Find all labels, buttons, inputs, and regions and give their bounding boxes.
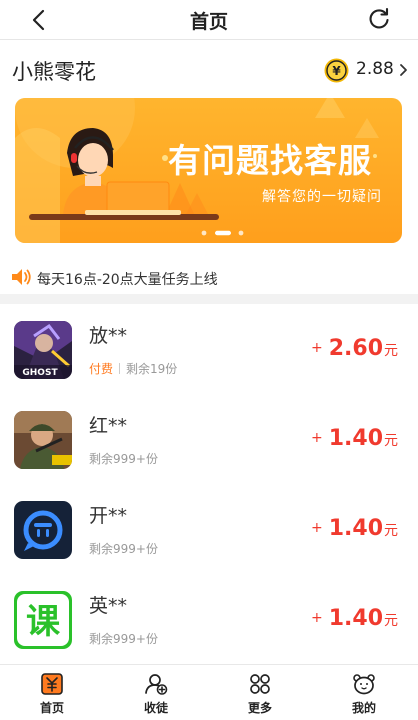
game-soldier-icon [14,411,72,469]
task-item[interactable]: GHOST 放** 付费 剩余19份 +2.60元 [0,304,418,394]
task-reward: +1.40元 [311,606,398,631]
tab-apprentice[interactable]: 收徒 [104,665,208,720]
tab-mine[interactable]: 我的 [312,665,416,720]
reward-amount: 1.40 [328,606,383,631]
speaker-icon [12,269,31,285]
task-reward: +2.60元 [311,336,398,361]
task-meta: 剩余999+份 [89,450,158,467]
reward-amount: 1.40 [328,426,383,451]
tab-label: 更多 [247,701,272,715]
tab-more[interactable]: 更多 [208,665,312,720]
reward-plus: + [310,430,323,446]
banner-subline: 解答您的一切疑问 [262,189,382,205]
notice-text: 每天16点-20点大量任务上线 [37,272,218,288]
banner-headline: 有问题找客服 [168,141,372,180]
top-nav-bar: 首页 [0,0,418,40]
task-name: 红** [89,415,128,437]
customer-service-banner[interactable]: 有问题找客服 解答您的一切疑问 [15,98,402,243]
coin-symbol: ¥ [332,64,341,78]
chevron-right-icon[interactable] [398,63,408,77]
user-name: 小熊零花 [12,60,96,84]
user-summary: 小熊零花 ¥ 2.88 [0,41,418,97]
task-meta: 付费 剩余19份 [89,360,177,377]
reward-unit: 元 [384,343,398,359]
game-ghost-icon: GHOST [14,321,72,379]
tab-label: 首页 [39,701,64,715]
chat-bot-icon [14,501,72,559]
ke-course-icon: 课 [14,591,72,649]
balance-value[interactable]: 2.88 [356,59,394,79]
task-name: 英** [89,595,128,617]
reward-plus: + [310,520,323,536]
carousel-indicator [201,230,244,236]
grid-more-icon [250,674,270,694]
reward-unit: 元 [384,433,398,449]
reward-plus: + [310,340,323,356]
reward-plus: + [310,610,323,626]
task-remaining: 剩余999+份 [89,542,158,556]
task-name: 开** [89,505,128,527]
notice-bar: 每天16点-20点大量任务上线 [0,262,418,292]
coin-icon: ¥ [324,58,349,83]
task-reward: +1.40元 [311,516,398,541]
paid-tag: 付费 [89,362,114,376]
bottom-tab-bar: 首页 收徒 更多 我的 [0,664,418,720]
task-meta: 剩余999+份 [89,630,158,647]
task-name: 放** [89,325,128,347]
svg-text:GHOST: GHOST [22,368,58,378]
task-reward: +1.40元 [311,426,398,451]
meta-separator [119,363,121,374]
reward-amount: 1.40 [328,516,383,541]
task-item[interactable]: 课 英** 剩余999+份 +1.40元 [0,574,418,664]
refresh-icon[interactable] [366,6,392,32]
task-item[interactable]: 红** 剩余999+份 +1.40元 [0,394,418,484]
reward-unit: 元 [384,523,398,539]
task-item[interactable]: 开** 剩余999+份 +1.40元 [0,484,418,574]
tab-label: 我的 [351,701,376,715]
home-yuan-icon [41,673,63,695]
tab-home[interactable]: 首页 [0,665,104,720]
section-divider [0,294,418,304]
task-remaining: 剩余19份 [126,362,178,376]
task-meta: 剩余999+份 [89,540,158,557]
page-title: 首页 [189,11,228,33]
task-remaining: 剩余999+份 [89,452,158,466]
tab-label: 收徒 [143,701,168,715]
reward-unit: 元 [384,613,398,629]
add-apprentice-icon [145,674,168,695]
course-glyph: 课 [26,602,61,642]
task-remaining: 剩余999+份 [89,632,158,646]
bear-profile-icon [353,674,375,695]
reward-amount: 2.60 [328,336,383,361]
